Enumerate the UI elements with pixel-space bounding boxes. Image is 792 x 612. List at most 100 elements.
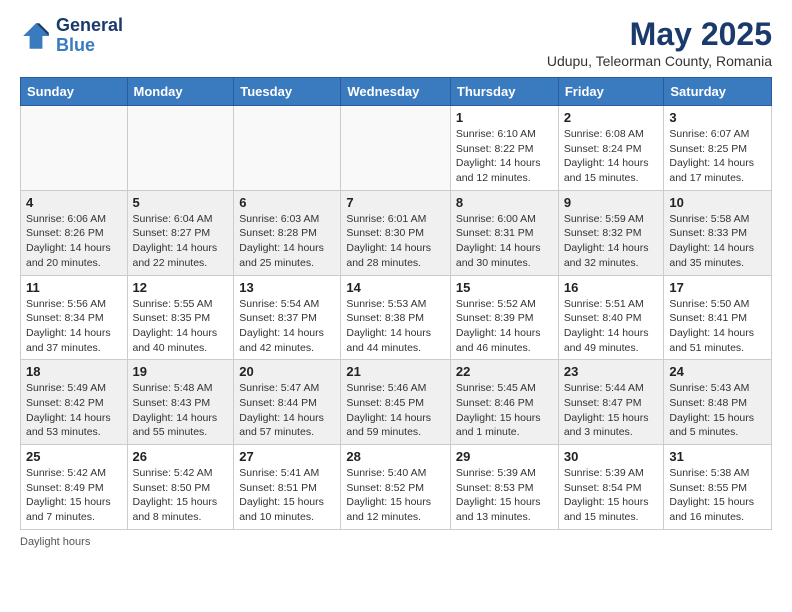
- day-info: Sunrise: 5:46 AM Sunset: 8:45 PM Dayligh…: [346, 381, 445, 440]
- day-number: 8: [456, 195, 553, 210]
- calendar-cell: 30 Sunrise: 5:39 AM Sunset: 8:54 PM Dayli…: [558, 445, 664, 530]
- day-number: 2: [564, 110, 659, 125]
- day-number: 3: [669, 110, 766, 125]
- weekday-header-saturday: Saturday: [664, 78, 772, 106]
- calendar-cell: 13Sunrise: 5:54 AM Sunset: 8:37 PM Dayli…: [234, 275, 341, 360]
- day-number: 31: [669, 449, 766, 464]
- day-number: 10: [669, 195, 766, 210]
- calendar-cell: 26Sunrise: 5:42 AM Sunset: 8:50 PM Dayli…: [127, 445, 234, 530]
- day-info: Sunrise: 5:50 AM Sunset: 8:41 PM Dayligh…: [669, 297, 766, 356]
- calendar-cell: 18 Sunrise: 5:49 AM Sunset: 8:42 PM Dayli…: [21, 360, 128, 445]
- day-info: Sunrise: 5:45 AM Sunset: 8:46 PM Dayligh…: [456, 381, 553, 440]
- daylight-label: Daylight hours: [20, 536, 90, 548]
- calendar-cell: 25Sunrise: 5:42 AM Sunset: 8:49 PM Dayli…: [21, 445, 128, 530]
- day-number: 23: [564, 364, 659, 379]
- day-number: 24: [669, 364, 766, 379]
- calendar-cell: 23 Sunrise: 5:44 AM Sunset: 8:47 PM Dayli…: [558, 360, 664, 445]
- day-number: 20: [239, 364, 335, 379]
- calendar-cell: [127, 106, 234, 191]
- weekday-header-wednesday: Wednesday: [341, 78, 451, 106]
- week-row-3: 11Sunrise: 5:56 AM Sunset: 8:34 PM Dayli…: [21, 275, 772, 360]
- day-info: Sunrise: 5:52 AM Sunset: 8:39 PM Dayligh…: [456, 297, 553, 356]
- week-row-2: 4Sunrise: 6:06 AM Sunset: 8:26 PM Daylig…: [21, 190, 772, 275]
- day-number: 14: [346, 280, 445, 295]
- calendar-cell: 6 Sunrise: 6:03 AM Sunset: 8:28 PM Daylig…: [234, 190, 341, 275]
- calendar-cell: 15Sunrise: 5:52 AM Sunset: 8:39 PM Dayli…: [450, 275, 558, 360]
- day-number: 1: [456, 110, 553, 125]
- weekday-header-monday: Monday: [127, 78, 234, 106]
- day-number: 4: [26, 195, 122, 210]
- day-number: 19: [133, 364, 229, 379]
- day-info: Sunrise: 5:47 AM Sunset: 8:44 PM Dayligh…: [239, 381, 335, 440]
- logo-text: General Blue: [56, 16, 123, 56]
- calendar-cell: 7Sunrise: 6:01 AM Sunset: 8:30 PM Daylig…: [341, 190, 451, 275]
- day-number: 25: [26, 449, 122, 464]
- weekday-header-friday: Friday: [558, 78, 664, 106]
- calendar-cell: 17 Sunrise: 5:50 AM Sunset: 8:41 PM Dayli…: [664, 275, 772, 360]
- week-row-5: 25Sunrise: 5:42 AM Sunset: 8:49 PM Dayli…: [21, 445, 772, 530]
- calendar-cell: 4Sunrise: 6:06 AM Sunset: 8:26 PM Daylig…: [21, 190, 128, 275]
- day-info: Sunrise: 5:43 AM Sunset: 8:48 PM Dayligh…: [669, 381, 766, 440]
- calendar-cell: 14Sunrise: 5:53 AM Sunset: 8:38 PM Dayli…: [341, 275, 451, 360]
- day-number: 21: [346, 364, 445, 379]
- day-info: Sunrise: 5:54 AM Sunset: 8:37 PM Dayligh…: [239, 297, 335, 356]
- weekday-header-row: SundayMondayTuesdayWednesdayThursdayFrid…: [21, 78, 772, 106]
- day-info: Sunrise: 5:39 AM Sunset: 8:53 PM Dayligh…: [456, 466, 553, 525]
- calendar-cell: 27 Sunrise: 5:41 AM Sunset: 8:51 PM Dayli…: [234, 445, 341, 530]
- day-info: Sunrise: 6:03 AM Sunset: 8:28 PM Dayligh…: [239, 212, 335, 271]
- calendar-cell: 22 Sunrise: 5:45 AM Sunset: 8:46 PM Dayli…: [450, 360, 558, 445]
- calendar-cell: 10 Sunrise: 5:58 AM Sunset: 8:33 PM Dayli…: [664, 190, 772, 275]
- calendar-cell: [21, 106, 128, 191]
- day-number: 27: [239, 449, 335, 464]
- day-number: 18: [26, 364, 122, 379]
- day-info: Sunrise: 5:58 AM Sunset: 8:33 PM Dayligh…: [669, 212, 766, 271]
- calendar-cell: 3 Sunrise: 6:07 AM Sunset: 8:25 PM Daylig…: [664, 106, 772, 191]
- header: General Blue May 2025 Udupu, Teleorman C…: [20, 16, 772, 69]
- page: General Blue May 2025 Udupu, Teleorman C…: [0, 0, 792, 564]
- weekday-header-tuesday: Tuesday: [234, 78, 341, 106]
- day-info: Sunrise: 5:41 AM Sunset: 8:51 PM Dayligh…: [239, 466, 335, 525]
- logo-icon: [20, 20, 52, 52]
- day-info: Sunrise: 5:49 AM Sunset: 8:42 PM Dayligh…: [26, 381, 122, 440]
- day-number: 9: [564, 195, 659, 210]
- weekday-header-sunday: Sunday: [21, 78, 128, 106]
- day-info: Sunrise: 6:00 AM Sunset: 8:31 PM Dayligh…: [456, 212, 553, 271]
- week-row-1: 1 Sunrise: 6:10 AM Sunset: 8:22 PM Daylig…: [21, 106, 772, 191]
- day-number: 17: [669, 280, 766, 295]
- day-number: 5: [133, 195, 229, 210]
- location: Udupu, Teleorman County, Romania: [547, 53, 772, 69]
- day-info: Sunrise: 6:04 AM Sunset: 8:27 PM Dayligh…: [133, 212, 229, 271]
- day-info: Sunrise: 5:55 AM Sunset: 8:35 PM Dayligh…: [133, 297, 229, 356]
- day-info: Sunrise: 6:10 AM Sunset: 8:22 PM Dayligh…: [456, 127, 553, 186]
- day-number: 30: [564, 449, 659, 464]
- calendar-cell: 24 Sunrise: 5:43 AM Sunset: 8:48 PM Dayli…: [664, 360, 772, 445]
- day-number: 11: [26, 280, 122, 295]
- calendar-cell: 1 Sunrise: 6:10 AM Sunset: 8:22 PM Daylig…: [450, 106, 558, 191]
- calendar-cell: 19Sunrise: 5:48 AM Sunset: 8:43 PM Dayli…: [127, 360, 234, 445]
- day-info: Sunrise: 5:59 AM Sunset: 8:32 PM Dayligh…: [564, 212, 659, 271]
- calendar-cell: 20 Sunrise: 5:47 AM Sunset: 8:44 PM Dayli…: [234, 360, 341, 445]
- calendar-cell: [234, 106, 341, 191]
- day-number: 29: [456, 449, 553, 464]
- day-info: Sunrise: 5:39 AM Sunset: 8:54 PM Dayligh…: [564, 466, 659, 525]
- day-info: Sunrise: 6:07 AM Sunset: 8:25 PM Dayligh…: [669, 127, 766, 186]
- month-title: May 2025: [547, 16, 772, 53]
- calendar-cell: 29 Sunrise: 5:39 AM Sunset: 8:53 PM Dayli…: [450, 445, 558, 530]
- calendar-cell: 12Sunrise: 5:55 AM Sunset: 8:35 PM Dayli…: [127, 275, 234, 360]
- weekday-header-thursday: Thursday: [450, 78, 558, 106]
- calendar-cell: [341, 106, 451, 191]
- calendar-cell: 2 Sunrise: 6:08 AM Sunset: 8:24 PM Daylig…: [558, 106, 664, 191]
- day-number: 7: [346, 195, 445, 210]
- day-info: Sunrise: 6:08 AM Sunset: 8:24 PM Dayligh…: [564, 127, 659, 186]
- day-number: 6: [239, 195, 335, 210]
- title-block: May 2025 Udupu, Teleorman County, Romani…: [547, 16, 772, 69]
- day-number: 22: [456, 364, 553, 379]
- footer: Daylight hours: [20, 536, 772, 548]
- day-info: Sunrise: 5:44 AM Sunset: 8:47 PM Dayligh…: [564, 381, 659, 440]
- day-number: 28: [346, 449, 445, 464]
- calendar-cell: 21 Sunrise: 5:46 AM Sunset: 8:45 PM Dayli…: [341, 360, 451, 445]
- logo: General Blue: [20, 16, 123, 56]
- calendar-cell: 8 Sunrise: 6:00 AM Sunset: 8:31 PM Daylig…: [450, 190, 558, 275]
- day-info: Sunrise: 5:51 AM Sunset: 8:40 PM Dayligh…: [564, 297, 659, 356]
- calendar-cell: 31Sunrise: 5:38 AM Sunset: 8:55 PM Dayli…: [664, 445, 772, 530]
